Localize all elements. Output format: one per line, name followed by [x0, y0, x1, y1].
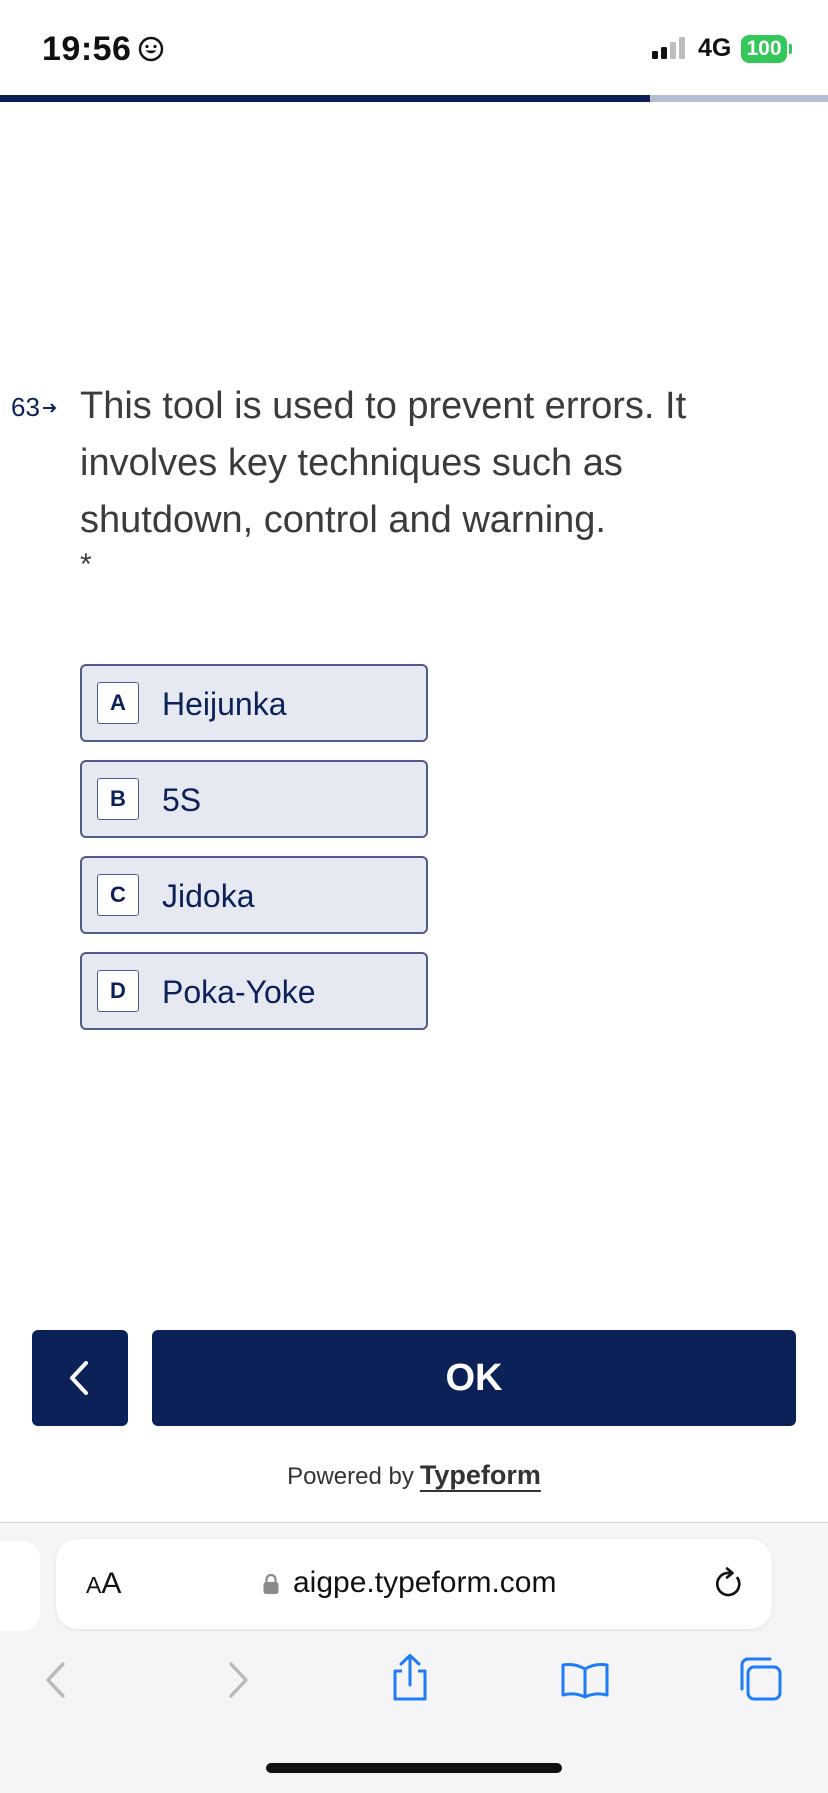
previous-button[interactable] — [32, 1330, 128, 1426]
previous-tab-preview[interactable] — [0, 1541, 40, 1631]
progress-fill — [0, 95, 650, 102]
battery-tip — [789, 44, 792, 54]
url-text: aigpe.typeform.com — [293, 1566, 557, 1599]
text-size-large-a: A — [101, 1567, 122, 1600]
option-a[interactable]: A Heijunka — [80, 664, 428, 742]
required-marker: * — [80, 548, 92, 581]
smiley-icon — [138, 36, 164, 62]
powered-by-text: Powered by — [287, 1463, 414, 1490]
status-time: 19:56 — [42, 30, 132, 68]
question-number-value: 63 — [11, 392, 40, 422]
reload-icon[interactable] — [712, 1567, 746, 1601]
home-indicator — [266, 1763, 562, 1773]
option-key: B — [97, 778, 139, 820]
tabs-icon[interactable] — [736, 1655, 784, 1703]
option-d[interactable]: D Poka-Yoke — [80, 952, 428, 1030]
powered-by-footer[interactable]: Powered by Typeform — [0, 1460, 828, 1491]
answer-options: A Heijunka B 5S C Jidoka D Poka-Yoke — [80, 664, 428, 1048]
battery-icon: 100 — [741, 35, 787, 63]
browser-toolbar: AA aigpe.typeform.com — [0, 1522, 828, 1793]
text-size-small-a: A — [86, 1572, 102, 1598]
option-c[interactable]: C Jidoka — [80, 856, 428, 934]
lock-icon — [263, 1573, 279, 1594]
option-b[interactable]: B 5S — [80, 760, 428, 838]
address-bar[interactable]: AA aigpe.typeform.com — [56, 1539, 772, 1629]
back-arrow-icon[interactable] — [42, 1659, 70, 1701]
option-key: C — [97, 874, 139, 916]
cellular-signal-icon — [652, 37, 685, 59]
progress-bar — [0, 95, 828, 102]
option-label: Poka-Yoke — [162, 974, 316, 1010]
typeform-brand-link[interactable]: Typeform — [420, 1460, 541, 1490]
forward-arrow-icon[interactable] — [224, 1659, 252, 1701]
network-type: 4G — [698, 34, 732, 62]
arrow-right-icon — [42, 402, 57, 413]
ok-button[interactable]: OK — [152, 1330, 796, 1426]
text-size-button[interactable]: AA — [86, 1567, 121, 1601]
status-bar: 19:56 4G 100 — [0, 0, 828, 96]
option-label: Heijunka — [162, 686, 287, 722]
option-key: D — [97, 970, 139, 1012]
option-label: Jidoka — [162, 878, 255, 914]
question-number: 63 — [11, 392, 58, 423]
question-text: This tool is used to prevent errors. It … — [80, 385, 687, 541]
option-label: 5S — [162, 782, 202, 818]
chevron-left-icon — [70, 1361, 88, 1395]
share-icon[interactable] — [388, 1653, 432, 1703]
bookmarks-icon[interactable] — [560, 1661, 610, 1699]
option-key: A — [97, 682, 139, 724]
